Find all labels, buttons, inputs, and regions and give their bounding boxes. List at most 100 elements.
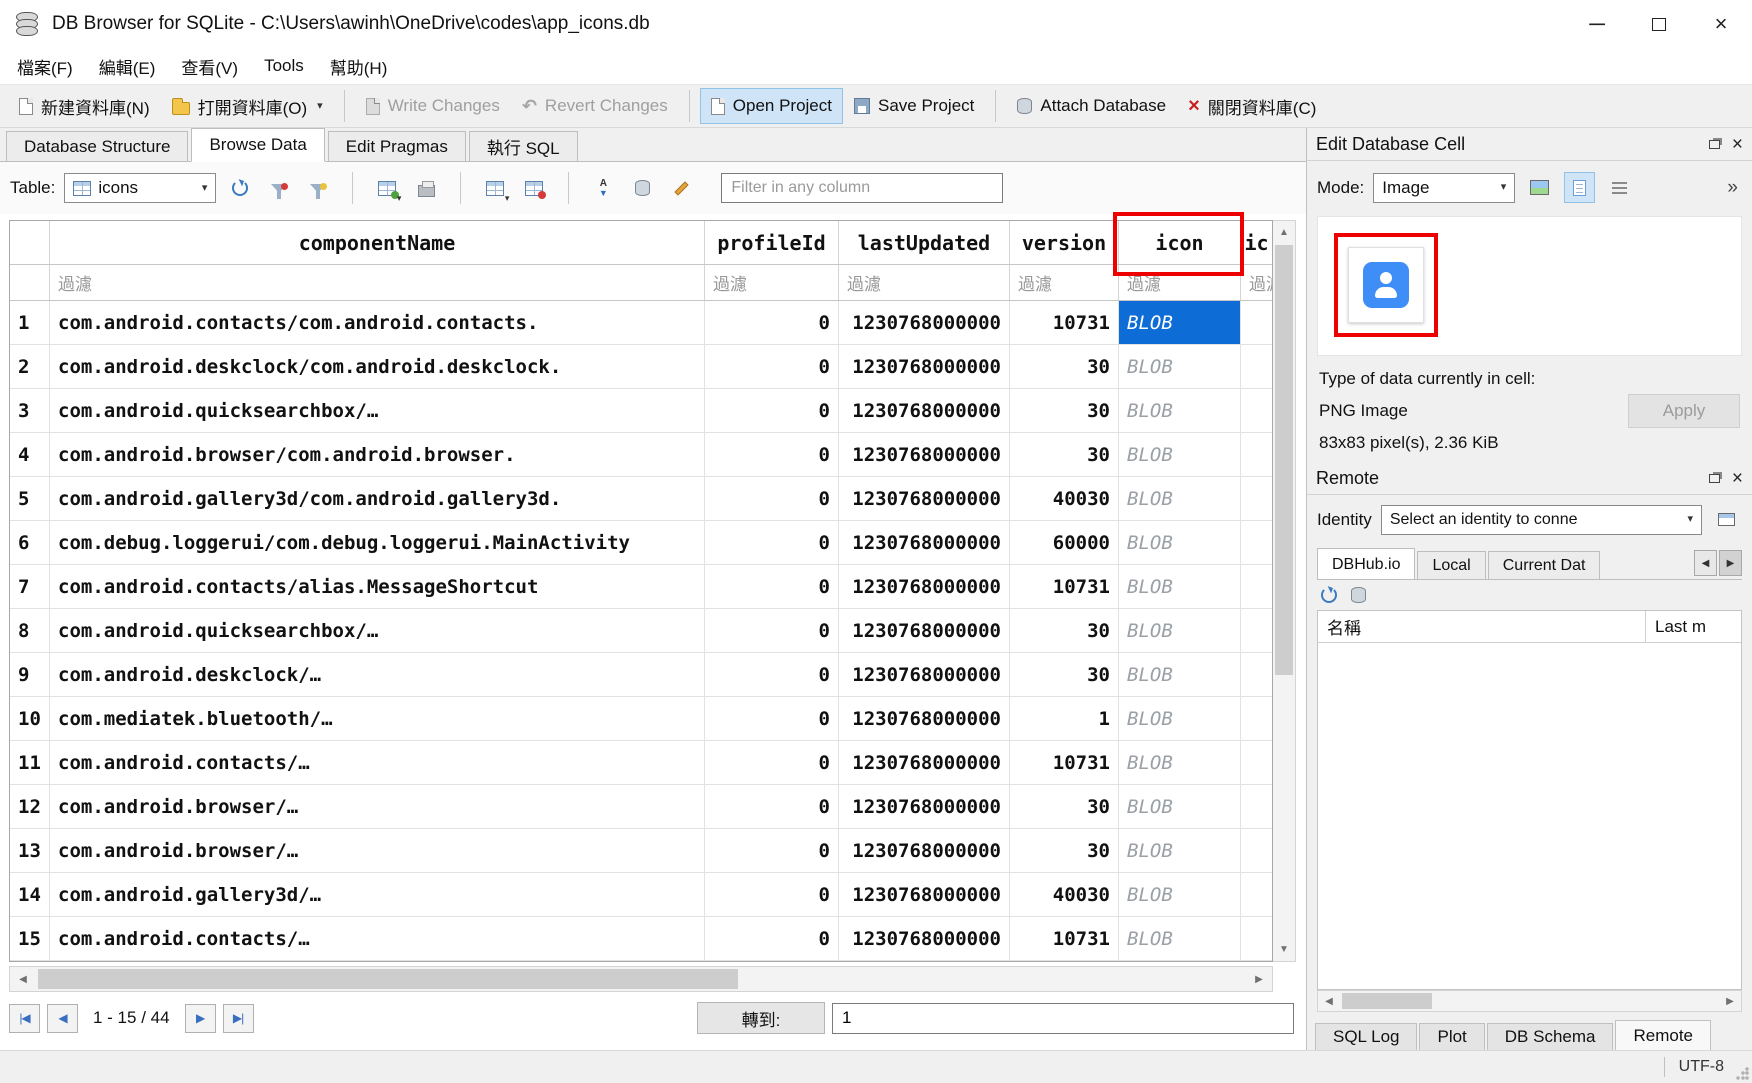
close-panel-icon[interactable]: ×	[1732, 135, 1743, 154]
cell-profileid[interactable]: 0	[705, 697, 839, 740]
column-header-icon[interactable]: icon	[1119, 221, 1241, 264]
delete-record-button[interactable]	[519, 173, 549, 203]
menu-tools[interactable]: Tools	[251, 48, 317, 84]
cell-lastupdated[interactable]: 1230768000000	[839, 917, 1010, 960]
first-page-button[interactable]: |◀	[9, 1004, 40, 1033]
float-panel-icon[interactable]	[1709, 140, 1720, 149]
cell-icon-blob[interactable]: BLOB	[1119, 389, 1241, 432]
cell-componentname[interactable]: com.android.browser/com.android.browser.	[50, 433, 705, 476]
cell-componentname[interactable]: com.android.contacts/…	[50, 741, 705, 784]
remote-scrollbar-thumb[interactable]	[1342, 993, 1432, 1009]
cell-profileid[interactable]: 0	[705, 301, 839, 344]
column-header-partial[interactable]: ic	[1241, 221, 1272, 264]
identity-select[interactable]: Select an identity to conne ▾	[1381, 505, 1702, 535]
row-number[interactable]: 11	[10, 741, 50, 784]
cell-componentname[interactable]: com.android.gallery3d/…	[50, 873, 705, 916]
close-panel-icon[interactable]: ×	[1732, 469, 1743, 488]
scroll-down-icon[interactable]: ▼	[1273, 938, 1295, 961]
row-number[interactable]: 8	[10, 609, 50, 652]
cell-overflow[interactable]	[1241, 565, 1272, 608]
cell-lastupdated[interactable]: 1230768000000	[839, 697, 1010, 740]
corner-header-cell[interactable]	[10, 221, 50, 264]
cell-profileid[interactable]: 0	[705, 389, 839, 432]
cell-version[interactable]: 30	[1010, 389, 1119, 432]
cell-profileid[interactable]: 0	[705, 565, 839, 608]
cell-componentname[interactable]: com.android.quicksearchbox/…	[50, 389, 705, 432]
cell-lastupdated[interactable]: 1230768000000	[839, 829, 1010, 872]
row-number[interactable]: 13	[10, 829, 50, 872]
import-data-button[interactable]	[1524, 172, 1555, 203]
cell-lastupdated[interactable]: 1230768000000	[839, 565, 1010, 608]
cell-lastupdated[interactable]: 1230768000000	[839, 345, 1010, 388]
column-header-componentname[interactable]: componentName	[50, 221, 705, 264]
cell-lastupdated[interactable]: 1230768000000	[839, 873, 1010, 916]
remote-tab-local[interactable]: Local	[1417, 551, 1485, 579]
dock-tab-remote[interactable]: Remote	[1615, 1020, 1711, 1050]
cell-version[interactable]: 40030	[1010, 477, 1119, 520]
remote-tab-dbhub[interactable]: DBHub.io	[1317, 548, 1415, 580]
filter-input-profileid[interactable]: 過濾	[705, 265, 839, 300]
tab-scroll-right-icon[interactable]: ▶	[1719, 550, 1742, 576]
cell-lastupdated[interactable]: 1230768000000	[839, 433, 1010, 476]
identity-settings-button[interactable]	[1711, 504, 1742, 535]
image-view-button[interactable]	[1564, 172, 1595, 203]
cell-overflow[interactable]	[1241, 477, 1272, 520]
remote-horizontal-scrollbar[interactable]: ◀ ▶	[1317, 990, 1742, 1012]
refresh-button[interactable]	[225, 173, 255, 203]
apply-button[interactable]: Apply	[1628, 394, 1740, 428]
edit-cell-button[interactable]	[666, 173, 696, 203]
open-database-button[interactable]: 打開資料庫(O) ▾	[161, 86, 334, 127]
row-number[interactable]: 5	[10, 477, 50, 520]
float-panel-icon[interactable]	[1709, 474, 1720, 483]
cell-overflow[interactable]	[1241, 389, 1272, 432]
remote-refresh-icon[interactable]	[1321, 587, 1337, 603]
resize-grip-icon[interactable]	[1736, 1067, 1749, 1080]
table-select[interactable]: icons ▾	[64, 173, 216, 203]
open-project-button[interactable]: Open Project	[700, 88, 843, 124]
cell-icon-blob[interactable]: BLOB	[1119, 697, 1241, 740]
tab-edit-pragmas[interactable]: Edit Pragmas	[328, 131, 466, 161]
cell-componentname[interactable]: com.android.deskclock/com.android.deskcl…	[50, 345, 705, 388]
cell-icon-blob[interactable]: BLOB	[1119, 477, 1241, 520]
cell-lastupdated[interactable]: 1230768000000	[839, 301, 1010, 344]
row-number[interactable]: 4	[10, 433, 50, 476]
cell-overflow[interactable]	[1241, 917, 1272, 960]
close-button[interactable]: ×	[1690, 0, 1752, 48]
write-changes-button[interactable]: Write Changes	[355, 88, 511, 124]
cell-overflow[interactable]	[1241, 301, 1272, 344]
menu-help[interactable]: 幫助(H)	[317, 48, 401, 84]
cell-profileid[interactable]: 0	[705, 873, 839, 916]
filter-input-partial[interactable]: 過濾	[1241, 265, 1272, 300]
cell-overflow[interactable]	[1241, 697, 1272, 740]
cell-componentname[interactable]: com.android.contacts/com.android.contact…	[50, 301, 705, 344]
cell-overflow[interactable]	[1241, 609, 1272, 652]
column-header-profileid[interactable]: profileId	[705, 221, 839, 264]
filter-input-componentname[interactable]: 過濾	[50, 265, 705, 300]
cell-componentname[interactable]: com.android.quicksearchbox/…	[50, 609, 705, 652]
save-project-button[interactable]: Save Project	[843, 88, 985, 124]
scroll-left-icon[interactable]: ◀	[10, 967, 36, 991]
cell-componentname[interactable]: com.mediatek.bluetooth/…	[50, 697, 705, 740]
column-header-lastupdated[interactable]: lastUpdated	[839, 221, 1010, 264]
encoding-indicator[interactable]: UTF-8	[1679, 1058, 1724, 1076]
cell-profileid[interactable]: 0	[705, 829, 839, 872]
encoding-button[interactable]	[627, 173, 657, 203]
cell-icon-blob[interactable]: BLOB	[1119, 785, 1241, 828]
cell-icon-blob[interactable]: BLOB	[1119, 609, 1241, 652]
cell-version[interactable]: 10731	[1010, 565, 1119, 608]
cell-profileid[interactable]: 0	[705, 345, 839, 388]
cell-version[interactable]: 30	[1010, 433, 1119, 476]
row-number[interactable]: 1	[10, 301, 50, 344]
cell-overflow[interactable]	[1241, 873, 1272, 916]
cell-overflow[interactable]	[1241, 521, 1272, 564]
cell-overflow[interactable]	[1241, 653, 1272, 696]
sort-ascending-button[interactable]: A▼	[588, 173, 618, 203]
save-filter-button[interactable]	[303, 173, 333, 203]
horizontal-scrollbar[interactable]: ◀ ▶	[9, 966, 1273, 992]
cell-overflow[interactable]	[1241, 785, 1272, 828]
tab-execute-sql[interactable]: 執行 SQL	[469, 131, 578, 161]
filter-input-lastupdated[interactable]: 過濾	[839, 265, 1010, 300]
cell-icon-blob[interactable]: BLOB	[1119, 301, 1241, 344]
print-button[interactable]	[411, 173, 441, 203]
cell-icon-blob[interactable]: BLOB	[1119, 345, 1241, 388]
